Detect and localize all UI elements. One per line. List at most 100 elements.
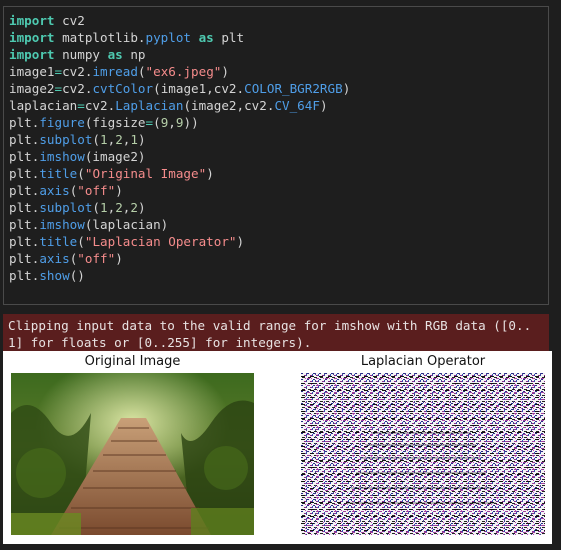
code-token: (image1,cv2. (153, 81, 245, 96)
code-line: image1=cv2.imread("ex6.jpeg") (9, 63, 350, 80)
code-line: plt.imshow(image2) (9, 148, 350, 165)
code-token: matplotlib (54, 30, 138, 45)
code-token: ) (342, 81, 351, 96)
code-token: figure (39, 115, 85, 130)
code-token: cv2. (84, 98, 116, 113)
code-token: plt. (9, 268, 40, 283)
code-token: ) (137, 200, 146, 215)
code-token: cv2. (62, 81, 93, 96)
code-token: import (9, 13, 55, 28)
code-token: plt. (9, 115, 40, 130)
code-line: plt.title("Original Image") (9, 165, 350, 182)
code-token: pyplot (145, 30, 192, 45)
code-token: = (77, 98, 85, 113)
code-token: ( (77, 234, 85, 249)
code-token: Laplacian (115, 98, 184, 113)
original-image-title: Original Image (84, 354, 181, 369)
code-line: plt.figure(figsize=(9,9)) (9, 114, 350, 131)
code-token: ( (77, 166, 85, 181)
code-token: cvtColor (92, 81, 154, 96)
code-line: plt.imshow(laplacian) (9, 216, 350, 233)
code-token: = (145, 115, 154, 130)
code-token: COLOR_BGR2RGB (244, 81, 343, 96)
code-token: ( (137, 64, 146, 79)
code-line: plt.subplot(1,2,2) (9, 199, 350, 216)
code-line: image2=cv2.cvtColor(image1,cv2.COLOR_BGR… (9, 80, 350, 97)
code-token: plt. (9, 217, 40, 232)
code-token: imshow (39, 217, 85, 232)
code-token: np (122, 47, 146, 62)
code-token: axis (39, 251, 70, 266)
laplacian-title: Laplacian Operator (360, 354, 486, 369)
code-token: plt. (9, 200, 40, 215)
code-token: (image2) (84, 149, 146, 164)
code-token: plt. (9, 166, 40, 181)
code-token: ) (319, 98, 328, 113)
code-line: plt.title("Laplacian Operator") (9, 233, 350, 250)
code-token: subplot (39, 132, 93, 147)
code-token: "off" (77, 251, 116, 266)
code-token: title (39, 234, 78, 249)
code-cell[interactable]: import cv2 import matplotlib.pyplot as pl… (3, 6, 549, 305)
code-token: CV_64F (274, 98, 320, 113)
code-token: import (9, 47, 55, 62)
code-token: image1 (9, 64, 55, 79)
code-token: plt. (9, 183, 40, 198)
original-image (11, 373, 254, 535)
code-line: plt.axis("off") (9, 182, 350, 199)
code-token: 1 (130, 132, 138, 147)
code-line: import matplotlib.pyplot as plt (9, 29, 350, 46)
code-line: plt.axis("off") (9, 250, 350, 267)
code-token: numpy (54, 47, 108, 62)
code-token: imread (92, 64, 138, 79)
code-token: image2 (9, 81, 55, 96)
code-token: )) (183, 115, 199, 130)
laplacian-image (301, 373, 545, 535)
code-line: import numpy as np (9, 46, 350, 63)
code-editor[interactable]: import cv2 import matplotlib.pyplot as pl… (9, 12, 350, 284)
code-token: as (198, 30, 214, 45)
code-token: title (39, 166, 78, 181)
code-token: ) (236, 234, 245, 249)
code-token: show (39, 268, 70, 283)
code-token: = (54, 64, 63, 79)
code-token: laplacian (9, 98, 78, 113)
code-token: ) (115, 183, 123, 198)
code-token: cv2. (62, 64, 93, 79)
code-token: "Laplacian Operator" (84, 234, 237, 249)
code-token: ) (137, 132, 146, 147)
code-token: import (9, 30, 55, 45)
code-token: 1 (100, 132, 108, 147)
stderr-line-2: 1] for floats or [0..255] for integers). (8, 335, 312, 350)
code-token: (image2,cv2. (183, 98, 275, 113)
code-token: "ex6.jpeg" (145, 64, 222, 79)
code-token: subplot (39, 200, 93, 215)
code-token: (figsize (84, 115, 146, 130)
code-token: imshow (39, 149, 85, 164)
code-line: import cv2 (9, 12, 350, 29)
code-token: cv2 (54, 13, 85, 28)
code-token: ) (221, 64, 229, 79)
code-token: ( (153, 115, 161, 130)
code-token: plt. (9, 234, 40, 249)
stderr-line-1: Clipping input data to the valid range f… (8, 318, 532, 333)
code-token: plt. (9, 251, 40, 266)
code-token: "off" (77, 183, 116, 198)
code-token: "Original Image" (84, 166, 207, 181)
output-figure: Original Image Laplacian Operator (3, 351, 552, 544)
code-token: , (168, 115, 176, 130)
code-token: ) (206, 166, 214, 181)
code-token: = (54, 81, 63, 96)
code-token: ) (115, 251, 123, 266)
code-token: 1 (100, 200, 108, 215)
code-token: . (137, 30, 146, 45)
code-token: (laplacian) (84, 217, 169, 232)
code-token: 2 (130, 200, 138, 215)
code-token: plt. (9, 132, 40, 147)
stderr-output: Clipping input data to the valid range f… (3, 314, 549, 351)
code-token: plt. (9, 149, 40, 164)
code-token: 2 (115, 200, 123, 215)
code-line: laplacian=cv2.Laplacian(image2,cv2.CV_64… (9, 97, 350, 114)
code-token: ( (92, 200, 101, 215)
